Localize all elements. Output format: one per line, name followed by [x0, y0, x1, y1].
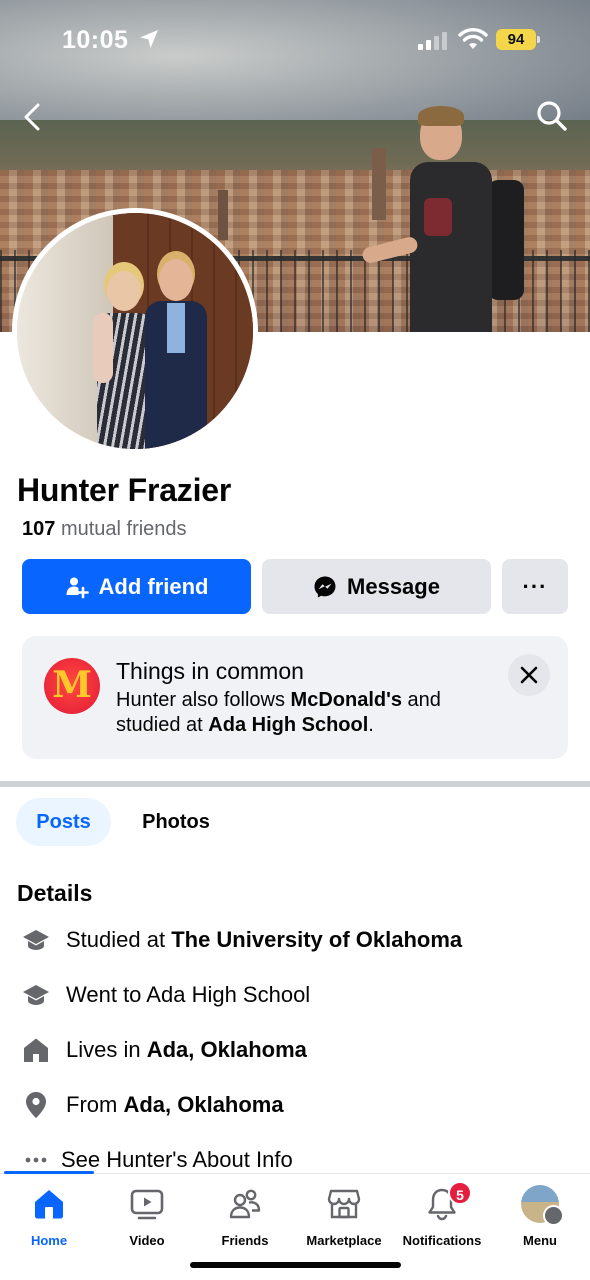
person-hair [418, 106, 464, 126]
home-indicator [190, 1262, 401, 1268]
nav-friends-label: Friends [221, 1233, 269, 1248]
friends-icon [229, 1189, 261, 1219]
mutual-count: 107 [22, 518, 56, 540]
graduation-cap-icon [22, 981, 50, 1009]
common-title: Things in common [116, 658, 304, 684]
scroll-indicator [4, 1171, 94, 1174]
nav-marketplace[interactable]: Marketplace [294, 1184, 394, 1248]
close-icon [520, 666, 538, 684]
details-heading: Details [17, 880, 93, 906]
profile-photo [17, 213, 253, 449]
more-dots-icon: ··· [522, 573, 548, 599]
cover-person [360, 106, 528, 332]
nav-home-label: Home [30, 1233, 68, 1248]
back-arrow-icon[interactable] [20, 102, 46, 132]
location-arrow-icon [140, 30, 158, 48]
mutual-friends[interactable]: 107 mutual friends [22, 518, 187, 541]
wifi-icon [458, 28, 488, 49]
cover-tower [372, 148, 386, 220]
shirt-logo [424, 198, 452, 236]
tab-photos[interactable]: Photos [126, 798, 226, 846]
nav-notifications-label: Notifications [402, 1233, 482, 1248]
common-line-1: Hunter also follows McDonald's and [116, 689, 441, 711]
close-button[interactable] [508, 654, 550, 696]
detail-text: Lives in Ada, Oklahoma [66, 1037, 307, 1062]
video-icon [130, 1189, 164, 1220]
detail-education-university[interactable]: Studied at The University of Oklahoma [22, 924, 462, 956]
battery-level: 94 [507, 31, 525, 48]
status-time: 10:05 [62, 26, 129, 54]
detail-text: Went to Ada High School [66, 982, 311, 1007]
message-label: Message [347, 573, 440, 599]
marketplace-icon [327, 1189, 361, 1219]
detail-from[interactable]: From Ada, Oklahoma [22, 1089, 284, 1121]
nav-notifications[interactable]: 5 Notifications [392, 1181, 492, 1248]
nav-home[interactable]: Home [0, 1184, 99, 1248]
detail-education-highschool[interactable]: Went to Ada High School [22, 979, 310, 1011]
tab-posts[interactable]: Posts [16, 798, 111, 846]
nav-video-label: Video [129, 1233, 165, 1248]
person-torso [410, 162, 492, 332]
nav-video[interactable]: Video [97, 1184, 197, 1248]
section-divider [0, 781, 590, 787]
cellular-signal-icon [418, 32, 448, 50]
more-dots-icon [22, 1146, 50, 1174]
common-school-name[interactable]: Ada High School [208, 714, 368, 736]
mutual-label: mutual friends [60, 518, 187, 540]
house-icon [22, 1036, 50, 1064]
detail-text: From Ada, Oklahoma [66, 1092, 284, 1117]
nav-menu[interactable]: Menu [490, 1184, 590, 1248]
home-icon [35, 1190, 63, 1219]
nav-menu-label: Menu [523, 1233, 557, 1248]
detail-lives-in[interactable]: Lives in Ada, Oklahoma [22, 1034, 307, 1066]
things-in-common-card[interactable]: M Things in common Hunter also follows M… [22, 636, 568, 759]
add-friend-label: Add friend [98, 573, 209, 599]
more-options-button[interactable]: ··· [502, 559, 568, 614]
common-line-2: studied at Ada High School. [116, 714, 374, 736]
nav-marketplace-label: Marketplace [306, 1233, 382, 1248]
messenger-icon [314, 576, 336, 597]
profile-name: Hunter Frazier [17, 472, 232, 508]
mcdonalds-logo-icon: M [44, 658, 100, 714]
message-button[interactable]: Message [262, 559, 491, 614]
backpack [488, 180, 524, 300]
notification-badge: 5 [448, 1181, 472, 1205]
add-friend-button[interactable]: Add friend [22, 559, 251, 614]
menu-avatar [521, 1185, 564, 1226]
add-person-icon [66, 577, 89, 598]
nav-friends[interactable]: Friends [195, 1184, 295, 1248]
battery-icon: 94 [496, 29, 540, 50]
photo-man [143, 259, 209, 449]
graduation-cap-icon [22, 926, 50, 954]
location-pin-icon [22, 1091, 50, 1119]
profile-picture[interactable] [12, 208, 258, 454]
detail-text: Studied at The University of Oklahoma [66, 927, 463, 952]
common-page-name[interactable]: McDonald's [291, 689, 402, 711]
search-icon[interactable] [536, 100, 568, 132]
detail-text: See Hunter's About Info [61, 1147, 293, 1172]
